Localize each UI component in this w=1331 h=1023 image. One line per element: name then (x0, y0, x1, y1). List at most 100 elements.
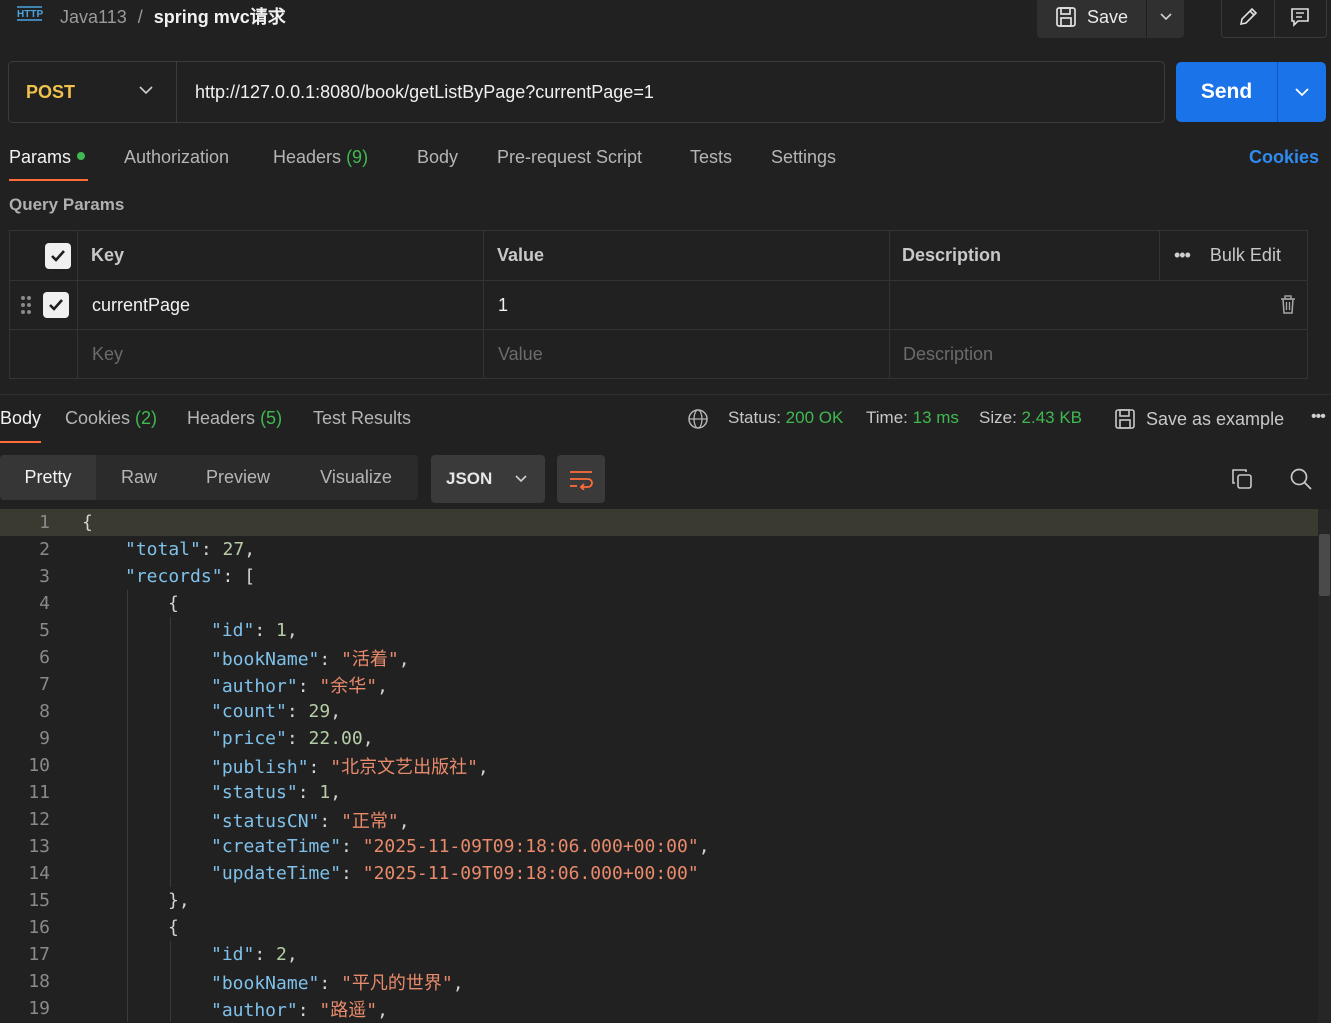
table-row-new: Key Value Description (10, 330, 1307, 379)
response-tab-cookies[interactable]: Cookies (2) (65, 408, 157, 429)
save-button[interactable]: Save (1037, 0, 1147, 38)
breadcrumb-workspace[interactable]: Java113 (60, 7, 127, 27)
line-number: 13 (28, 836, 50, 857)
line-number: 14 (28, 863, 50, 884)
trash-icon[interactable] (1280, 295, 1296, 315)
code-line: 11 "status": 1, (0, 779, 1318, 806)
code-line: 6 "bookName": "活着", (0, 644, 1318, 671)
save-button-group: Save (1037, 0, 1184, 38)
new-description-input[interactable]: Description (890, 330, 1308, 379)
http-icon: HTTP (17, 6, 43, 21)
param-value-cell[interactable]: 1 (484, 281, 890, 329)
view-tab-raw[interactable]: Raw (96, 455, 182, 500)
line-number: 16 (28, 917, 50, 938)
line-number: 6 (39, 647, 50, 668)
status-value: 200 OK (785, 408, 844, 427)
format-select[interactable]: JSON (431, 455, 545, 503)
code-line: 5 "id": 1, (0, 617, 1318, 644)
code-text: { (168, 917, 179, 938)
row-controls (10, 330, 78, 379)
comments-button[interactable] (1275, 0, 1327, 37)
view-tab-visualize[interactable]: Visualize (294, 455, 418, 500)
breadcrumb: Java113 / spring mvc请求 (60, 3, 286, 29)
table-actions: ••• Bulk Edit (1160, 231, 1308, 280)
response-body-editor[interactable]: 1{2 "total": 27, 3 "records": [4{5 "id": 1, 6… (0, 509, 1331, 1023)
code-line: 2 "total": 27, (0, 536, 1318, 563)
send-button[interactable]: Send (1176, 62, 1278, 122)
response-tab-cookies-count: (2) (135, 408, 158, 428)
params-active-dot (77, 152, 86, 161)
code-text: }, (168, 890, 190, 911)
size-indicator[interactable]: Size: 2.43 KB (979, 408, 1082, 428)
view-tab-pretty[interactable]: Pretty (0, 455, 96, 500)
checkmark-icon (50, 249, 65, 262)
tab-settings[interactable]: Settings (771, 147, 836, 168)
key-header: Key (78, 231, 484, 280)
value-header: Value (484, 231, 890, 280)
param-key-cell[interactable]: currentPage (78, 281, 484, 329)
tab-params[interactable]: Params (9, 147, 86, 168)
more-options-icon[interactable]: ••• (1174, 245, 1191, 266)
bulk-edit-button[interactable]: Bulk Edit (1210, 245, 1281, 266)
key-header-label: Key (91, 245, 125, 265)
time-indicator[interactable]: Time: 13 ms (866, 408, 959, 428)
section-divider (0, 394, 1331, 395)
save-icon (1056, 7, 1076, 27)
param-description-cell[interactable] (890, 281, 1308, 329)
size-label: Size: (979, 408, 1017, 427)
new-value-input[interactable]: Value (484, 330, 890, 379)
save-label: Save (1087, 6, 1129, 27)
wrap-lines-button[interactable] (557, 455, 605, 503)
edit-button[interactable] (1222, 0, 1275, 37)
response-view-tabs: Pretty Raw Preview Visualize (0, 455, 418, 500)
response-tab-body[interactable]: Body (0, 408, 41, 429)
code-line: 14 "updateTime": "2025-11-09T09:18:06.000… (0, 860, 1318, 887)
save-as-example-button[interactable]: Save as example (1114, 408, 1284, 430)
chevron-down-icon (1159, 13, 1172, 21)
line-number: 11 (28, 782, 50, 803)
code-line: 17 "id": 2, (0, 941, 1318, 968)
editor-scrollbar-thumb[interactable] (1319, 534, 1330, 596)
tab-authorization[interactable]: Authorization (124, 147, 229, 168)
row-checkbox[interactable] (43, 292, 69, 318)
code-line: 7 "author": "余华", (0, 671, 1318, 698)
param-key: currentPage (92, 294, 191, 315)
code-text: "author": "余华", (211, 675, 388, 697)
request-title[interactable]: spring mvc请求 (154, 7, 286, 27)
copy-icon[interactable] (1230, 467, 1254, 491)
drag-handle-icon[interactable] (20, 294, 32, 316)
new-key-input[interactable]: Key (78, 330, 484, 379)
response-tab-headers[interactable]: Headers (5) (187, 408, 282, 429)
indent-guide (127, 590, 128, 1022)
tab-tests[interactable]: Tests (690, 147, 732, 168)
code-line: 19 "author": "路遥", (0, 995, 1318, 1022)
code-line: 1{ (0, 509, 1318, 536)
search-icon[interactable] (1289, 467, 1313, 491)
size-value: 2.43 KB (1021, 408, 1083, 427)
code-text: "id": 1, (211, 620, 298, 641)
view-tab-preview[interactable]: Preview (182, 455, 294, 500)
response-tab-test-results[interactable]: Test Results (313, 408, 411, 429)
table-row: currentPage 1 (10, 281, 1307, 330)
tab-headers-count: (9) (346, 147, 369, 167)
format-label: JSON (446, 469, 493, 488)
method-label: POST (26, 81, 76, 102)
tab-pre-request-script[interactable]: Pre-request Script (497, 147, 642, 168)
line-number: 19 (28, 998, 50, 1019)
chevron-down-icon (515, 475, 527, 483)
globe-icon[interactable] (687, 408, 709, 430)
select-all-checkbox[interactable] (44, 242, 71, 269)
comment-icon (1291, 8, 1310, 27)
response-tab-indicator (0, 441, 41, 443)
save-options-button[interactable] (1147, 0, 1184, 38)
new-description-placeholder: Description (903, 344, 994, 364)
method-select[interactable]: POST (9, 62, 177, 122)
pencil-icon (1239, 7, 1257, 26)
url-input[interactable]: http://127.0.0.1:8080/book/getListByPage… (177, 82, 654, 103)
tab-headers[interactable]: Headers (9) (273, 147, 368, 168)
tab-body[interactable]: Body (417, 147, 458, 168)
cookies-link[interactable]: Cookies (1249, 147, 1319, 168)
response-more-icon[interactable]: ••• (1311, 408, 1326, 426)
status-indicator[interactable]: Status: 200 OK (728, 408, 843, 428)
send-options-button[interactable] (1278, 62, 1326, 122)
